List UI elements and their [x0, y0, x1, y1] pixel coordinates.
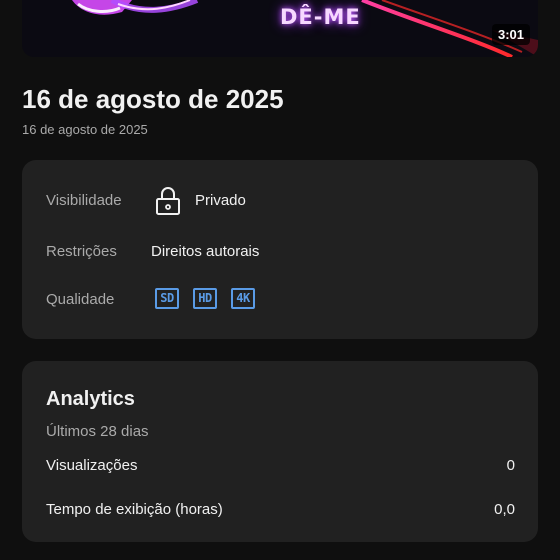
restrictions-value[interactable]: Direitos autorais — [151, 243, 259, 260]
4k-quality-icon: 4K — [231, 288, 255, 309]
visibility-value[interactable]: Privado — [195, 192, 246, 209]
watch-time-label: Tempo de exibição (horas) — [46, 501, 223, 518]
analytics-title: Analytics — [46, 388, 135, 410]
visibility-label: Visibilidade — [46, 192, 122, 209]
video-date: 16 de agosto de 2025 — [22, 122, 148, 137]
views-value: 0 — [506, 457, 515, 474]
video-title: 16 de agosto de 2025 — [22, 84, 284, 114]
duration-badge: 3:01 — [491, 24, 530, 45]
analytics-card[interactable]: Analytics Últimos 28 dias Visualizações … — [22, 361, 538, 542]
lock-icon — [156, 187, 180, 215]
thumbnail-title-text: DÊ-ME — [280, 5, 361, 29]
quality-badges: SD HD 4K — [155, 288, 255, 309]
sd-quality-icon: SD — [155, 288, 179, 309]
quality-label: Qualidade — [46, 291, 115, 308]
views-label: Visualizações — [46, 457, 138, 474]
video-details-card: Visibilidade Privado Restrições Direitos… — [22, 160, 538, 339]
analytics-period: Últimos 28 dias — [46, 423, 149, 440]
watch-time-value: 0,0 — [494, 501, 515, 518]
video-thumbnail[interactable]: DÊ-ME 3:01 — [22, 0, 538, 57]
hd-quality-icon: HD — [193, 288, 217, 309]
restrictions-label: Restrições — [46, 243, 117, 260]
